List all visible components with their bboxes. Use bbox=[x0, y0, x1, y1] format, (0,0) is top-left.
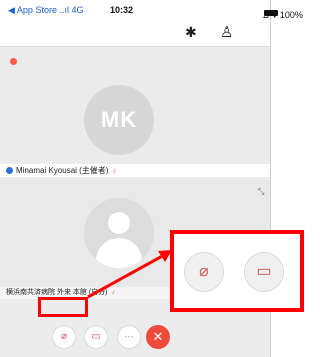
zoomed-mic-muted-icon: ⌀ bbox=[184, 252, 224, 292]
zoomed-camera-off-icon: ▭ bbox=[244, 252, 284, 292]
highlight-box-zoom: ⌀ ▭ bbox=[170, 230, 304, 312]
